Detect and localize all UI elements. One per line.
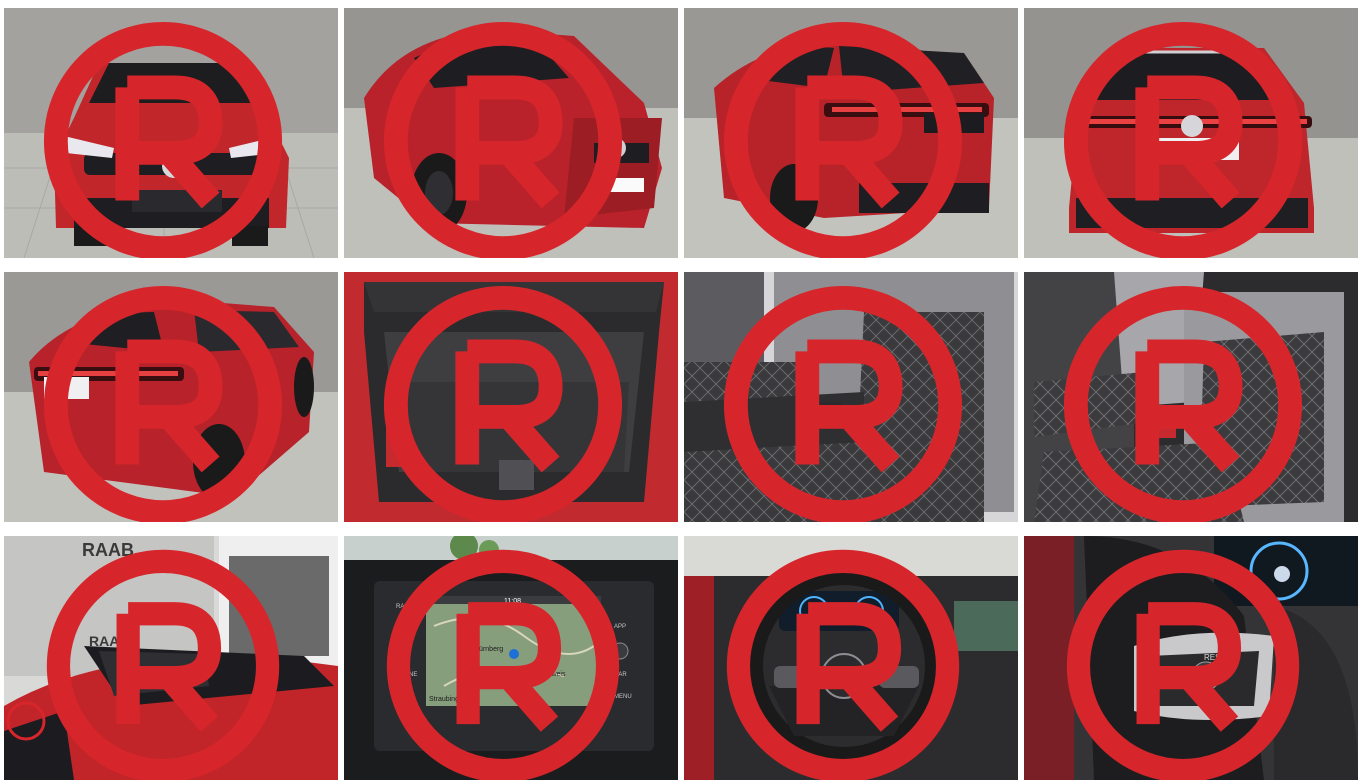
raab-r-logo-icon xyxy=(46,549,280,780)
raab-r-logo-icon xyxy=(386,549,620,780)
photo-sunroof[interactable]: RAAB RAAB xyxy=(4,536,338,780)
raab-r-logo-icon xyxy=(383,285,623,522)
photo-trunk[interactable] xyxy=(344,272,678,522)
photo-rear-side[interactable] xyxy=(4,272,338,522)
photo-front-three-quarter[interactable] xyxy=(344,8,678,258)
photo-gallery: RAAB RAAB 11:08 Praha Budweis Nürnberg S… xyxy=(0,0,1365,780)
raab-r-logo-icon xyxy=(43,21,283,258)
raab-r-logo-icon xyxy=(726,549,960,780)
photo-front[interactable] xyxy=(4,8,338,258)
raab-r-logo-icon xyxy=(1063,21,1303,258)
raab-r-logo-icon xyxy=(1066,549,1300,780)
raab-r-logo-icon xyxy=(43,285,283,522)
raab-r-logo-icon xyxy=(1063,285,1303,522)
photo-rear-seat[interactable] xyxy=(684,272,1018,522)
photo-rear-three-quarter[interactable] xyxy=(684,8,1018,258)
photo-rear[interactable] xyxy=(1024,8,1358,258)
raab-r-logo-icon xyxy=(383,21,623,258)
photo-front-seats[interactable] xyxy=(1024,272,1358,522)
photo-navigation[interactable]: 11:08 Praha Budweis Nürnberg Straubing R… xyxy=(344,536,678,780)
photo-steering-wheel[interactable]: W xyxy=(684,536,1018,780)
raab-r-logo-icon xyxy=(723,21,963,258)
raab-r-logo-icon xyxy=(723,285,963,522)
photo-wheel-controls[interactable]: RES SET xyxy=(1024,536,1358,780)
